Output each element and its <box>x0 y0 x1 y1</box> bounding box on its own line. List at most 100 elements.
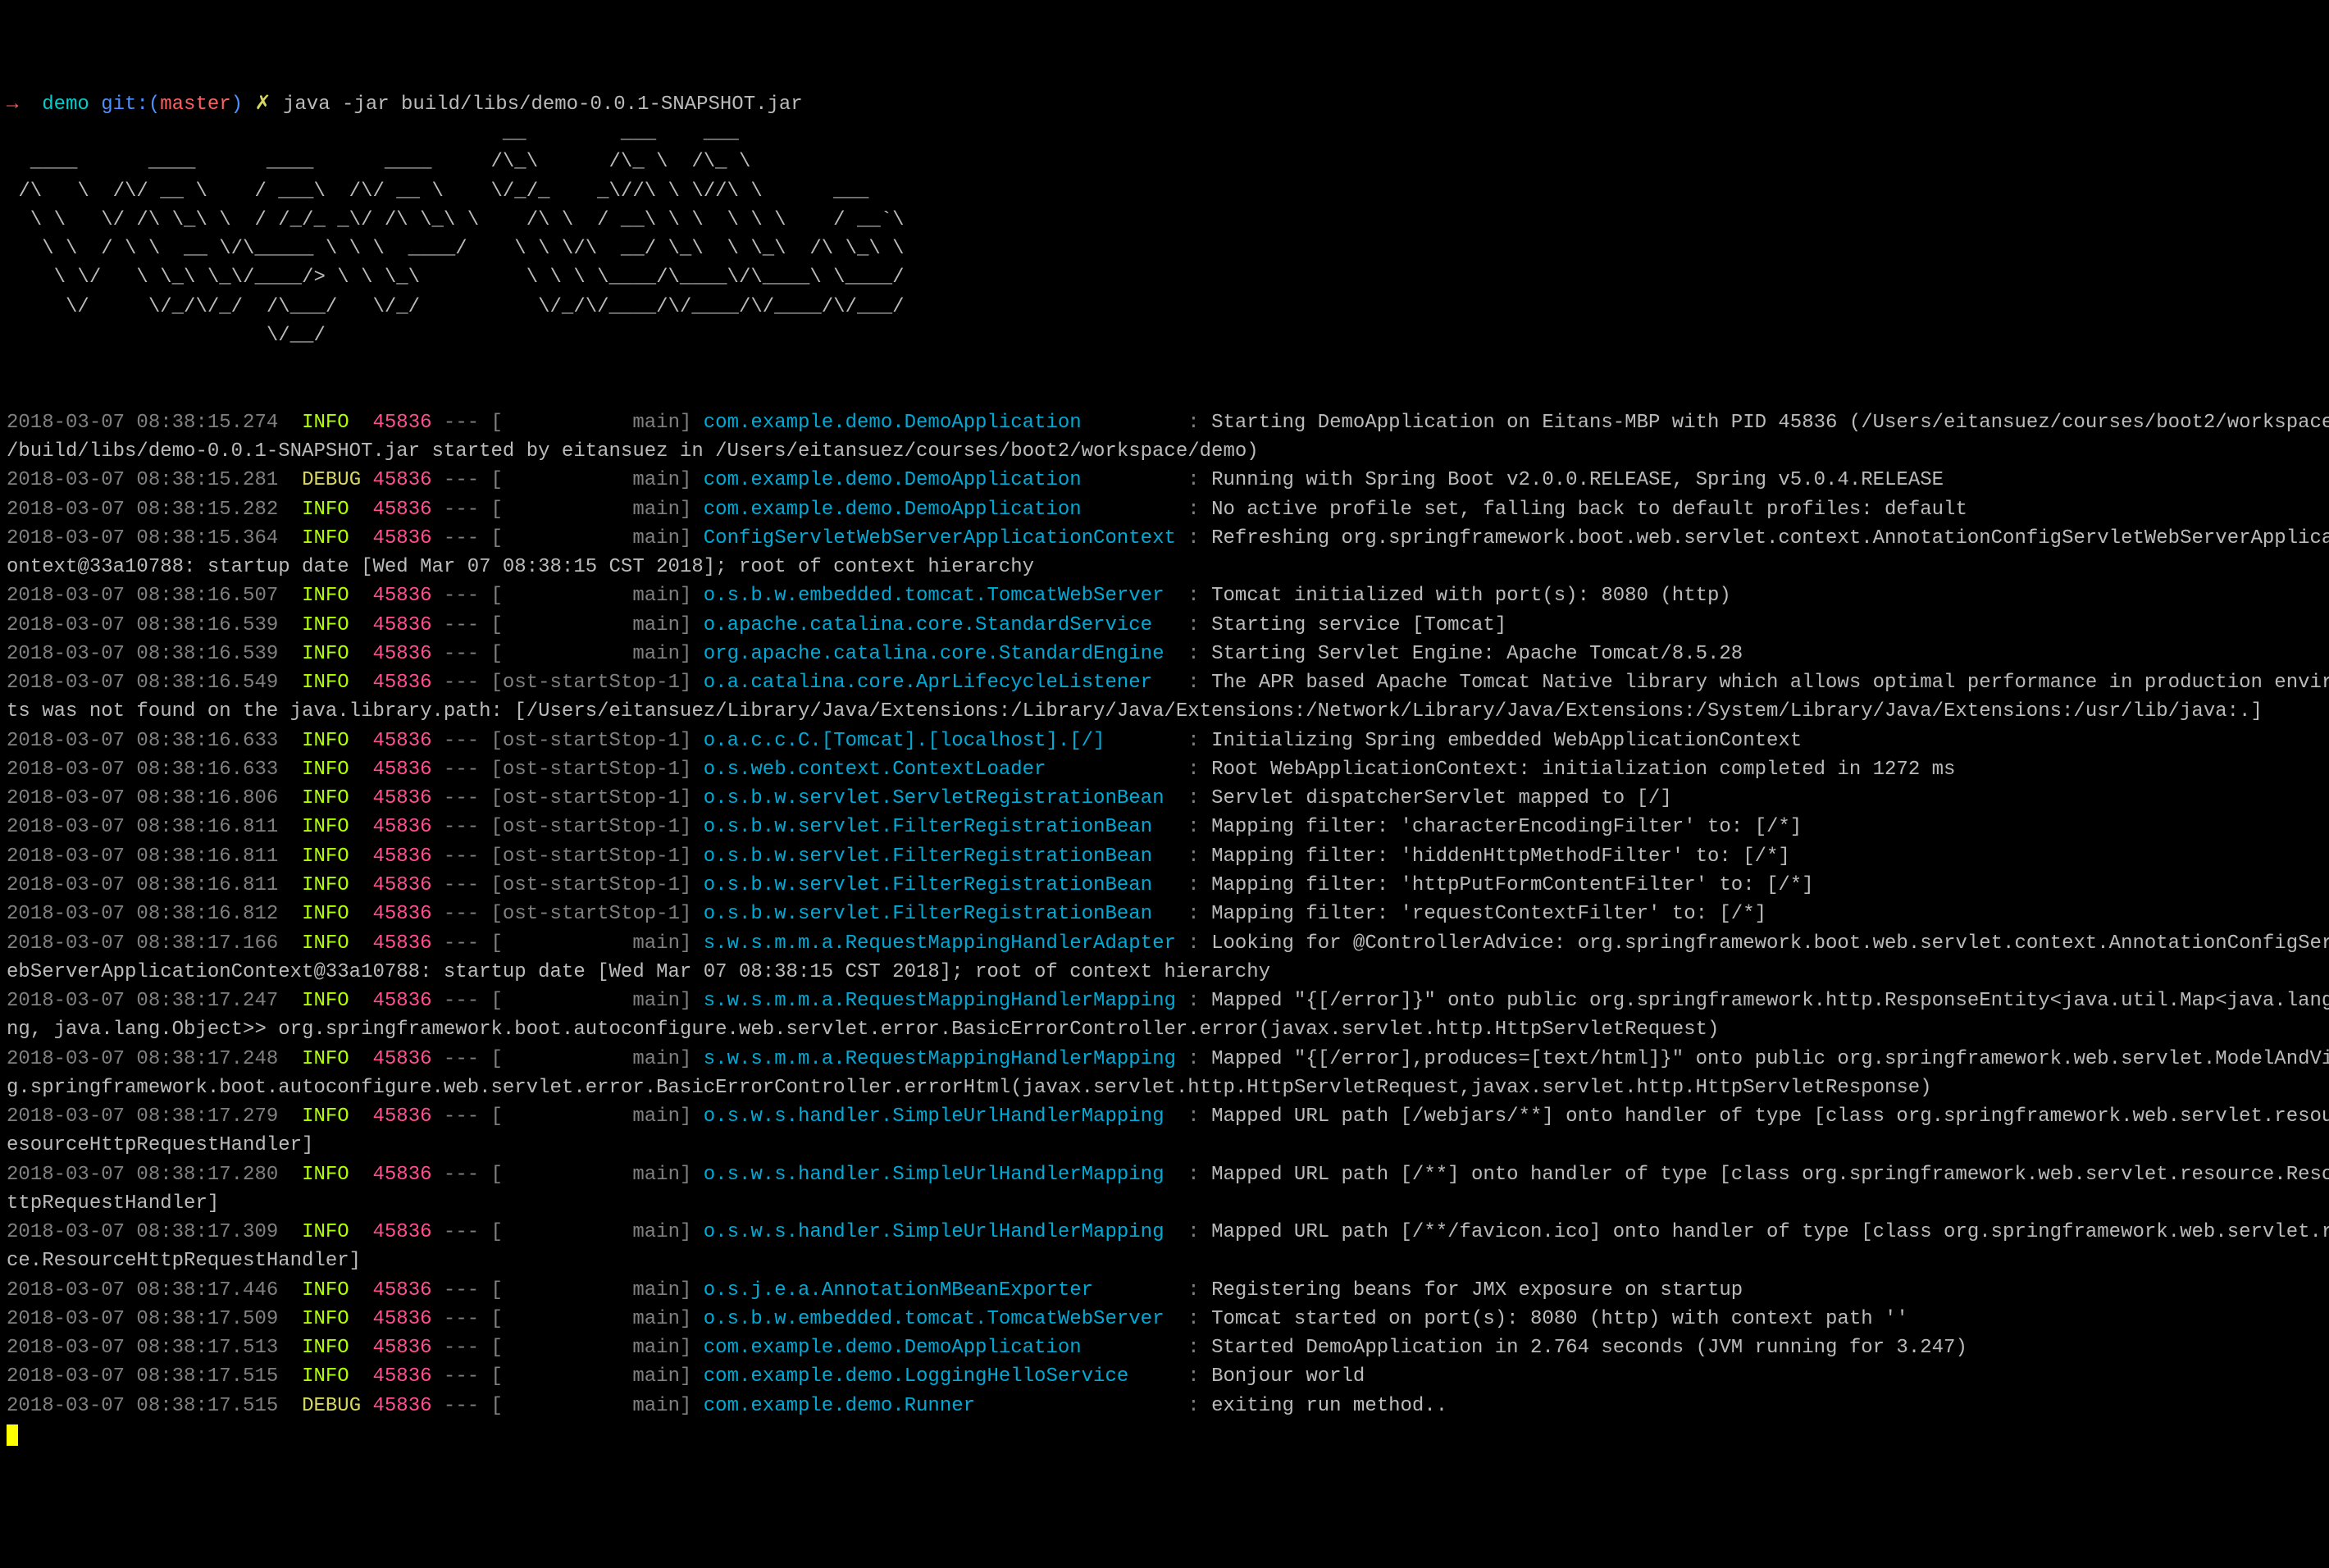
log-sep: --- <box>432 759 491 781</box>
log-logger: o.s.b.w.servlet.FilterRegistrationBean <box>704 903 1176 925</box>
log-pid: 45836 <box>373 1279 432 1301</box>
log-pid: 45836 <box>373 672 432 694</box>
log-logger: com.example.demo.LoggingHelloService <box>704 1365 1176 1388</box>
log-colon: : <box>1176 990 1211 1012</box>
log-level: INFO <box>302 1365 361 1388</box>
log-logger: com.example.demo.DemoApplication <box>704 412 1176 434</box>
log-colon: : <box>1176 1395 1211 1417</box>
log-pid: 45836 <box>373 1395 432 1417</box>
log-timestamp: 2018-03-07 08:38:17.166 <box>7 932 278 955</box>
log-sep: --- <box>432 1048 491 1070</box>
log-sep: --- <box>432 903 491 925</box>
log-timestamp: 2018-03-07 08:38:17.515 <box>7 1365 278 1388</box>
log-logger: com.example.demo.DemoApplication <box>704 499 1176 521</box>
log-logger: o.s.w.s.handler.SimpleUrlHandlerMapping <box>704 1164 1176 1186</box>
log-level: INFO <box>302 759 361 781</box>
log-level: INFO <box>302 990 361 1012</box>
log-message: Mapping filter: 'httpPutFormContentFilte… <box>1211 874 1814 896</box>
log-colon: : <box>1176 527 1211 549</box>
log-timestamp: 2018-03-07 08:38:16.549 <box>7 672 278 694</box>
log-continuation: ce.ResourceHttpRequestHandler] <box>7 1247 2322 1275</box>
log-colon: : <box>1176 672 1211 694</box>
log-logger: o.s.b.w.servlet.FilterRegistrationBean <box>704 846 1176 868</box>
log-level: INFO <box>302 874 361 896</box>
log-sep: --- <box>432 874 491 896</box>
log-logger: o.s.b.w.servlet.ServletRegistrationBean <box>704 787 1176 809</box>
log-message: exiting run method.. <box>1211 1395 1447 1417</box>
log-sep: --- <box>432 787 491 809</box>
log-sep: --- <box>432 816 491 838</box>
log-continuation: esourceHttpRequestHandler] <box>7 1131 2322 1160</box>
log-sep: --- <box>432 1105 491 1128</box>
log-line: 2018-03-07 08:38:17.513 INFO 45836 --- [… <box>7 1333 2322 1362</box>
log-level: INFO <box>302 1279 361 1301</box>
log-level: INFO <box>302 1221 361 1243</box>
log-message: Registering beans for JMX exposure on st… <box>1211 1279 1743 1301</box>
prompt-git-close: ) <box>231 93 243 116</box>
log-logger: org.apache.catalina.core.StandardEngine <box>704 643 1176 665</box>
log-colon: : <box>1176 1048 1211 1070</box>
log-level: INFO <box>302 787 361 809</box>
log-timestamp: 2018-03-07 08:38:16.811 <box>7 846 278 868</box>
log-pid: 45836 <box>373 643 432 665</box>
log-line: 2018-03-07 08:38:16.539 INFO 45836 --- [… <box>7 640 2322 668</box>
log-thread: [ main] <box>491 1395 692 1417</box>
log-logger: ConfigServletWebServerApplicationContext <box>704 527 1176 549</box>
log-thread: [ main] <box>491 585 692 607</box>
log-pid: 45836 <box>373 499 432 521</box>
log-line: 2018-03-07 08:38:16.539 INFO 45836 --- [… <box>7 611 2322 640</box>
log-timestamp: 2018-03-07 08:38:16.811 <box>7 816 278 838</box>
log-level: INFO <box>302 1164 361 1186</box>
log-message: Mapped "{[/error],produces=[text/html]}"… <box>1211 1048 2329 1070</box>
log-timestamp: 2018-03-07 08:38:15.364 <box>7 527 278 549</box>
log-line: 2018-03-07 08:38:17.515 INFO 45836 --- [… <box>7 1362 2322 1391</box>
log-colon: : <box>1176 1337 1211 1359</box>
terminal[interactable]: → demo git:(master) ✗ java -jar build/li… <box>7 90 2322 1449</box>
log-colon: : <box>1176 1308 1211 1330</box>
log-message: Tomcat started on port(s): 8080 (http) w… <box>1211 1308 1908 1330</box>
log-level: INFO <box>302 932 361 955</box>
log-timestamp: 2018-03-07 08:38:17.248 <box>7 1048 278 1070</box>
log-line: 2018-03-07 08:38:17.248 INFO 45836 --- [… <box>7 1045 2322 1073</box>
log-sep: --- <box>432 1308 491 1330</box>
log-timestamp: 2018-03-07 08:38:17.279 <box>7 1105 278 1128</box>
log-thread: [ main] <box>491 932 692 955</box>
log-pid: 45836 <box>373 1221 432 1243</box>
log-thread: [ main] <box>491 1221 692 1243</box>
log-thread: [ost-startStop-1] <box>491 672 692 694</box>
log-thread: [ost-startStop-1] <box>491 730 692 752</box>
log-sep: --- <box>432 1279 491 1301</box>
log-line: 2018-03-07 08:38:16.811 INFO 45836 --- [… <box>7 813 2322 841</box>
log-line: 2018-03-07 08:38:17.446 INFO 45836 --- [… <box>7 1276 2322 1305</box>
log-message: Bonjour world <box>1211 1365 1365 1388</box>
log-thread: [ main] <box>491 469 692 491</box>
log-pid: 45836 <box>373 787 432 809</box>
log-thread: [ main] <box>491 412 692 434</box>
log-sep: --- <box>432 499 491 521</box>
log-pid: 45836 <box>373 585 432 607</box>
log-logger: o.s.w.s.handler.SimpleUrlHandlerMapping <box>704 1221 1176 1243</box>
log-message: Mapped URL path [/webjars/**] onto handl… <box>1211 1105 2329 1128</box>
log-line: 2018-03-07 08:38:17.280 INFO 45836 --- [… <box>7 1160 2322 1189</box>
log-message: Looking for @ControllerAdvice: org.sprin… <box>1211 932 2329 955</box>
log-timestamp: 2018-03-07 08:38:17.280 <box>7 1164 278 1186</box>
log-pid: 45836 <box>373 1105 432 1128</box>
log-message: Mapping filter: 'characterEncodingFilter… <box>1211 816 1802 838</box>
log-thread: [ost-startStop-1] <box>491 759 692 781</box>
log-line: 2018-03-07 08:38:16.549 INFO 45836 --- [… <box>7 668 2322 697</box>
log-logger: o.s.web.context.ContextLoader <box>704 759 1176 781</box>
log-continuation: ttpRequestHandler] <box>7 1189 2322 1218</box>
log-line: 2018-03-07 08:38:17.515 DEBUG 45836 --- … <box>7 1392 2322 1420</box>
log-message: Starting service [Tomcat] <box>1211 614 1506 636</box>
log-line: 2018-03-07 08:38:16.507 INFO 45836 --- [… <box>7 581 2322 610</box>
log-pid: 45836 <box>373 759 432 781</box>
log-pid: 45836 <box>373 412 432 434</box>
log-level: INFO <box>302 585 361 607</box>
log-sep: --- <box>432 932 491 955</box>
log-pid: 45836 <box>373 1048 432 1070</box>
log-timestamp: 2018-03-07 08:38:16.812 <box>7 903 278 925</box>
log-message: No active profile set, falling back to d… <box>1211 499 1967 521</box>
log-thread: [ main] <box>491 614 692 636</box>
log-line: 2018-03-07 08:38:16.633 INFO 45836 --- [… <box>7 755 2322 784</box>
log-message: Starting Servlet Engine: Apache Tomcat/8… <box>1211 643 1743 665</box>
